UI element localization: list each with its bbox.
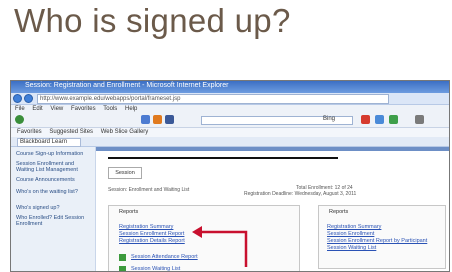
back-icon[interactable] (13, 94, 22, 103)
address-bar[interactable]: http://www.example.edu/webapps/portal/fr… (37, 94, 389, 104)
browser-screenshot: Session: Registration and Enrollment - M… (10, 80, 450, 272)
toolbar: Bing (11, 113, 449, 128)
menu-tools[interactable]: Tools (103, 106, 117, 112)
tab-row: Blackboard Learn (11, 137, 449, 147)
left-nav-item[interactable]: Who's signed up? (16, 205, 92, 211)
left-nav-item[interactable]: Who's on the waiting list? (16, 189, 92, 195)
red-arrow-annotation (192, 226, 248, 267)
feed-icon[interactable] (153, 115, 162, 124)
slide-title: Who is signed up? (14, 2, 291, 39)
menu-bar: File Edit View Favorites Tools Help (11, 105, 449, 113)
arrow-line (200, 230, 248, 267)
tools-icon[interactable] (415, 115, 424, 124)
main-content: Session Session: Enrollment and Waiting … (96, 147, 449, 271)
window-title: Session: Registration and Enrollment - M… (25, 82, 229, 89)
facebook-icon[interactable] (165, 115, 174, 124)
stop-icon[interactable] (361, 115, 370, 124)
menu-help[interactable]: Help (125, 106, 137, 112)
left-navigation: Course Sign-up Information Session Enrol… (11, 147, 96, 271)
tab-current[interactable]: Blackboard Learn (17, 138, 81, 147)
left-nav-item[interactable]: Course Announcements (16, 177, 92, 183)
search-label: Bing (323, 116, 336, 122)
web-slice-link[interactable]: Web Slice Gallery (101, 129, 149, 135)
left-nav-item[interactable]: Who Enrolled? Edit Session Enrollment (16, 215, 92, 227)
window-titlebar: Session: Registration and Enrollment - M… (11, 81, 449, 93)
left-nav-item[interactable]: Course Sign-up Information (16, 151, 92, 157)
refresh-icon[interactable] (375, 115, 384, 124)
left-nav-item[interactable]: Session Enrollment and Waiting List Mana… (16, 161, 92, 173)
favorites-link[interactable]: Favorites (17, 129, 42, 135)
arrow-head (192, 226, 202, 238)
settings-icon[interactable] (389, 115, 398, 124)
address-row: http://www.example.edu/webapps/portal/fr… (11, 93, 449, 105)
menu-file[interactable]: File (15, 106, 25, 112)
favorites-bar: Favorites Suggested Sites Web Slice Gall… (11, 128, 449, 137)
suggested-sites-link[interactable]: Suggested Sites (49, 129, 93, 135)
home-icon[interactable] (15, 115, 24, 124)
menu-favorites[interactable]: Favorites (71, 106, 96, 112)
star-icon[interactable] (141, 115, 150, 124)
menu-view[interactable]: View (50, 106, 63, 112)
forward-icon[interactable] (24, 94, 33, 103)
menu-edit[interactable]: Edit (32, 106, 42, 112)
